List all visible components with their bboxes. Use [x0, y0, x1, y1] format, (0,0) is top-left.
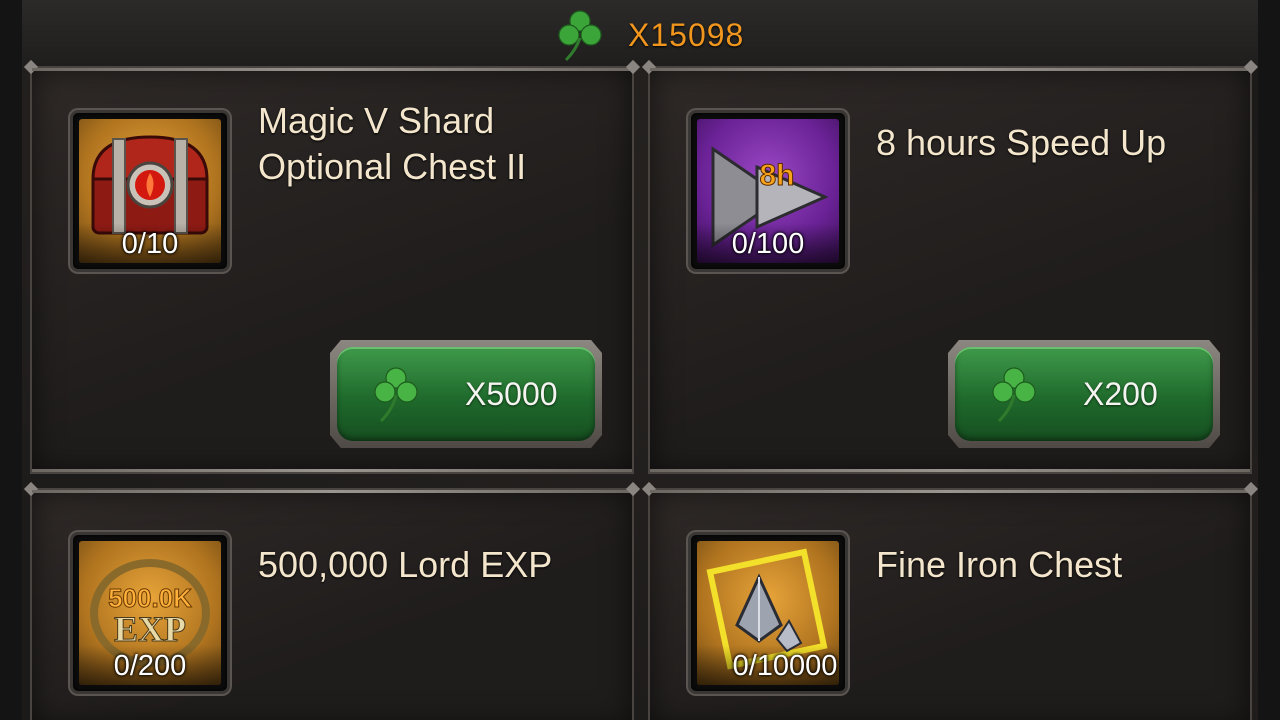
item-title: 500,000 Lord EXP	[258, 544, 553, 585]
shop-item-card: 0/10 Magic V Shard Optional Chest II X50…	[30, 66, 634, 474]
buy-button[interactable]: X200	[948, 340, 1220, 448]
buy-price: X5000	[465, 375, 558, 412]
item-icon-frame[interactable]: 8h 0/100	[688, 110, 848, 272]
item-icon-frame[interactable]: 0/10	[70, 110, 230, 272]
svg-text:EXP: EXP	[114, 609, 186, 649]
item-icon-frame[interactable]: 500.0K EXP 0/200	[70, 532, 230, 694]
item-title: 8 hours Speed Up	[876, 122, 1167, 163]
shop-item-card: 0/10000 Fine Iron Chest	[648, 488, 1252, 720]
item-icon-frame[interactable]: 0/10000	[688, 532, 848, 694]
item-stock-count: 0/10000	[697, 645, 839, 685]
shop-item-card: 500.0K EXP 0/200 500,000 Lord EXP	[30, 488, 634, 720]
item-stock-count: 0/10	[79, 223, 221, 263]
currency-display: X15098	[556, 10, 745, 62]
item-title: Magic V Shard Optional Chest II	[258, 100, 527, 187]
item-title: Fine Iron Chest	[876, 544, 1123, 585]
clover-icon	[374, 367, 418, 423]
item-stock-count: 0/200	[79, 645, 221, 685]
buy-price: X200	[1083, 375, 1158, 412]
currency-bar: X15098	[22, 0, 1258, 66]
currency-amount: X15098	[628, 16, 745, 53]
svg-text:8h: 8h	[759, 159, 794, 192]
clover-icon	[992, 367, 1036, 423]
buy-button[interactable]: X5000	[330, 340, 602, 448]
clover-icon	[558, 10, 602, 62]
item-stock-count: 0/100	[697, 223, 839, 263]
shop-item-card: 8h 0/100 8 hours Speed Up X200	[648, 66, 1252, 474]
